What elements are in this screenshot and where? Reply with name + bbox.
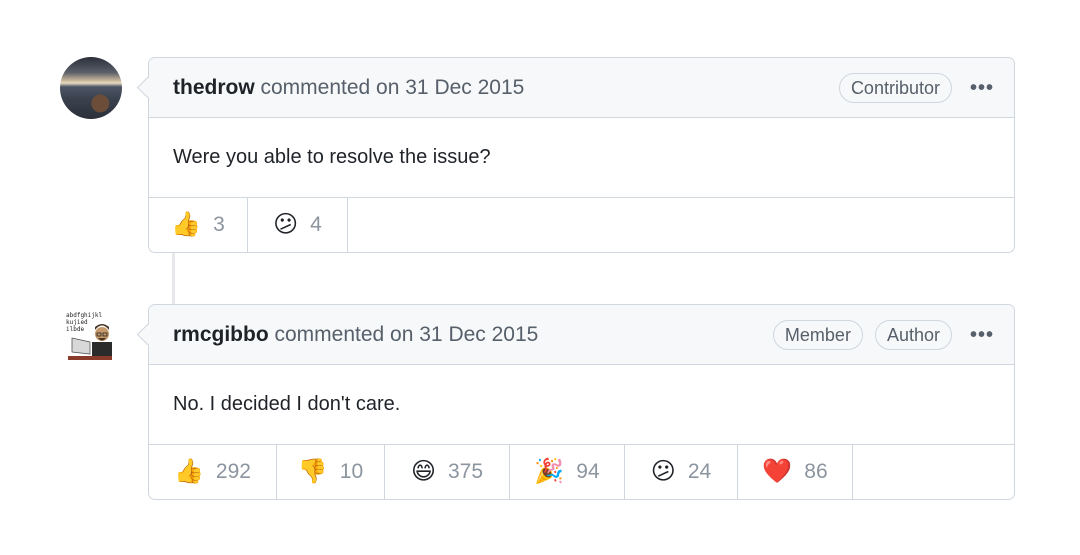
comment-box: thedrow commented on 31 Dec 2015 Contrib…: [148, 57, 1015, 253]
more-options-icon[interactable]: •••: [970, 78, 994, 98]
svg-text:abdfghijkl: abdfghijkl: [66, 312, 103, 319]
issue-timeline: thedrow commented on 31 Dec 2015 Contrib…: [0, 0, 1080, 555]
comment-author-link[interactable]: thedrow: [173, 76, 255, 99]
comment-meta: rmcgibbo commented on 31 Dec 2015: [173, 323, 761, 347]
reaction-laugh-button[interactable]: 😄 375: [385, 445, 510, 499]
comment-meta: thedrow commented on 31 Dec 2015: [173, 76, 827, 100]
reactions-bar: 👍 292 👎 10 😄 375 🎉 94 😕 24 ❤️ 86: [149, 445, 1014, 499]
more-options-icon[interactable]: •••: [970, 325, 994, 345]
avatar[interactable]: [60, 57, 122, 119]
svg-text:ilbde: ilbde: [66, 326, 84, 333]
reaction-thumbs-up-button[interactable]: 👍 3: [149, 198, 248, 252]
reaction-count: 4: [310, 213, 322, 236]
thumbs-up-icon: 👍: [171, 211, 202, 238]
confused-face-icon: 😕: [650, 458, 676, 485]
comment-timestamp[interactable]: commented on 31 Dec 2015: [269, 323, 539, 346]
author-badge: Author: [874, 319, 952, 350]
party-popper-icon: 🎉: [534, 458, 565, 485]
reaction-count: 3: [213, 213, 225, 236]
comment-box: rmcgibbo commented on 31 Dec 2015 Member…: [148, 304, 1015, 500]
reaction-hooray-button[interactable]: 🎉 94: [510, 445, 625, 499]
contributor-badge: Contributor: [838, 72, 952, 103]
comment-header: rmcgibbo commented on 31 Dec 2015 Member…: [149, 305, 1014, 365]
reactions-bar: 👍 3 😕 4: [149, 198, 1014, 252]
member-badge: Member: [772, 319, 863, 350]
comment-author-link[interactable]: rmcgibbo: [173, 323, 269, 346]
reaction-count: 292: [215, 460, 251, 483]
comment-body: No. I decided I don't care.: [149, 365, 1014, 445]
reaction-count: 86: [804, 460, 828, 483]
reaction-thumbs-down-button[interactable]: 👎 10: [277, 445, 385, 499]
timeline-connector: [172, 253, 175, 305]
reaction-count: 94: [576, 460, 600, 483]
confused-face-icon: 😕: [273, 211, 299, 238]
comment-header: thedrow commented on 31 Dec 2015 Contrib…: [149, 58, 1014, 118]
reaction-confused-button[interactable]: 😕 4: [248, 198, 348, 252]
reaction-count: 375: [447, 460, 484, 483]
laugh-face-icon: 😄: [410, 458, 436, 485]
comment-body: Were you able to resolve the issue?: [149, 118, 1014, 198]
reaction-thumbs-up-button[interactable]: 👍 292: [149, 445, 277, 499]
reaction-confused-button[interactable]: 😕 24: [625, 445, 738, 499]
avatar[interactable]: abdfghijkl kujied ilbde: [64, 308, 120, 364]
svg-text:kujied: kujied: [66, 319, 88, 326]
timeline-comment: abdfghijkl kujied ilbde rmcgibbo comment…: [64, 304, 1015, 500]
timeline-comment: thedrow commented on 31 Dec 2015 Contrib…: [60, 57, 1015, 253]
comment-timestamp[interactable]: commented on 31 Dec 2015: [255, 76, 525, 99]
reaction-count: 10: [339, 460, 364, 483]
reaction-count: 24: [687, 460, 712, 483]
cartoon-laptop-avatar-icon: abdfghijkl kujied ilbde: [66, 312, 112, 360]
thumbs-down-icon: 👎: [297, 458, 328, 485]
heart-icon: ❤️: [762, 458, 793, 485]
reaction-heart-button[interactable]: ❤️ 86: [738, 445, 853, 499]
thumbs-up-icon: 👍: [174, 458, 204, 485]
